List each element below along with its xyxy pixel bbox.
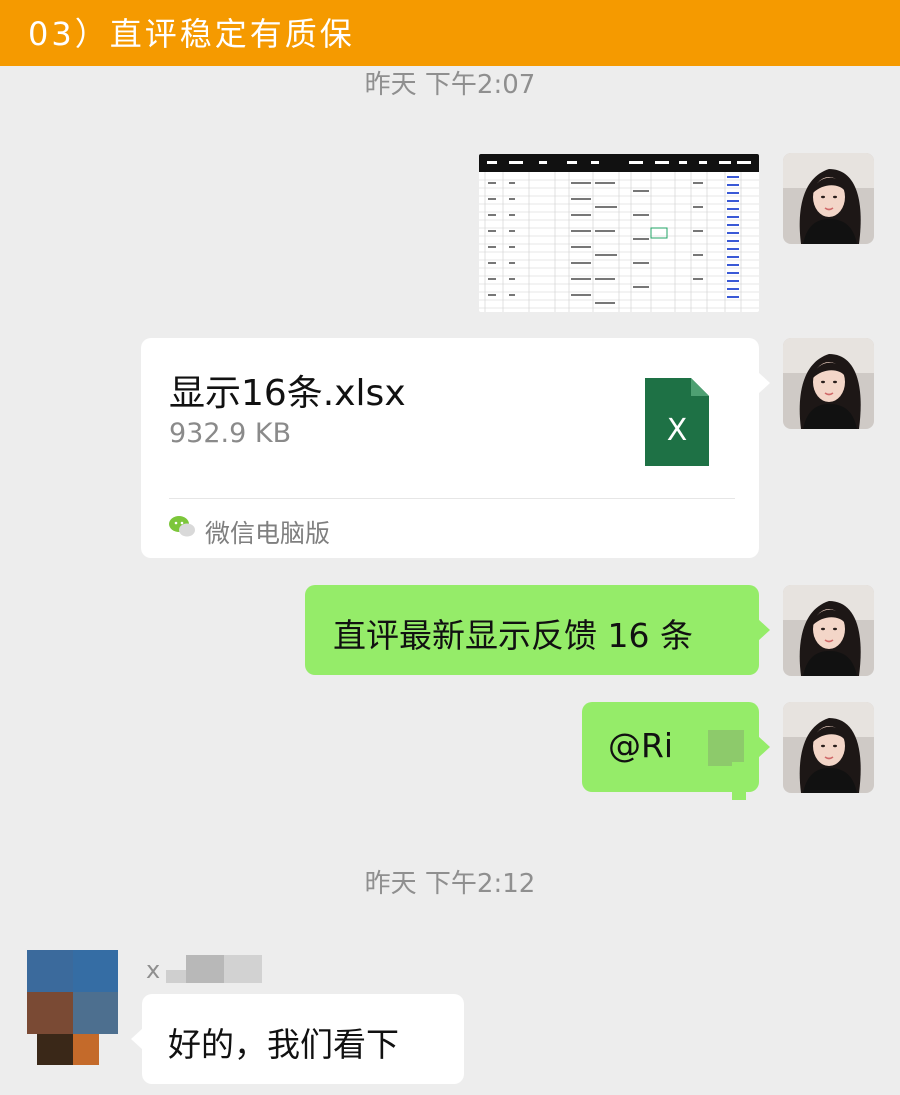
redacted-block xyxy=(224,955,262,983)
file-source-label: 微信电脑版 xyxy=(205,519,331,548)
file-message-card[interactable]: 显示16条.xlsx 932.9 KB X 微信电脑版 xyxy=(141,338,759,558)
redacted-block xyxy=(166,970,186,983)
bubble-tail xyxy=(758,736,770,758)
message-text: @Ri xyxy=(608,726,674,765)
spreadsheet-image-message[interactable] xyxy=(479,154,759,312)
svg-text:X: X xyxy=(667,413,688,448)
banner-title: 03）直评稳定有质保 xyxy=(28,15,355,53)
redacted-block xyxy=(708,730,744,766)
text-message-bubble[interactable]: 直评最新显示反馈 16 条 xyxy=(305,585,759,675)
sender-name: x xyxy=(146,956,161,984)
contact-avatar[interactable] xyxy=(27,950,118,1065)
file-card-divider xyxy=(169,498,735,499)
redacted-block xyxy=(186,955,224,983)
file-name: 显示16条.xlsx xyxy=(169,373,406,414)
top-banner: 03）直评稳定有质保 xyxy=(0,0,900,66)
timestamp: 昨天 下午2:07 xyxy=(364,70,536,100)
message-text: 好的，我们看下 xyxy=(168,1025,399,1064)
avatar[interactable] xyxy=(783,338,874,429)
avatar[interactable] xyxy=(783,702,874,793)
bubble-tail xyxy=(758,372,770,394)
file-size: 932.9 KB xyxy=(169,418,292,449)
excel-icon: X xyxy=(645,378,709,470)
text-message-bubble[interactable]: @Ri xyxy=(582,702,759,800)
wechat-icon xyxy=(168,514,196,544)
redacted-block xyxy=(732,762,746,800)
avatar[interactable] xyxy=(783,153,874,244)
message-text: 直评最新显示反馈 16 条 xyxy=(333,616,693,655)
timestamp: 昨天 下午2:12 xyxy=(364,869,536,899)
incoming-text-bubble[interactable]: 好的，我们看下 xyxy=(142,994,464,1084)
avatar[interactable] xyxy=(783,585,874,676)
bubble-tail xyxy=(758,619,770,641)
